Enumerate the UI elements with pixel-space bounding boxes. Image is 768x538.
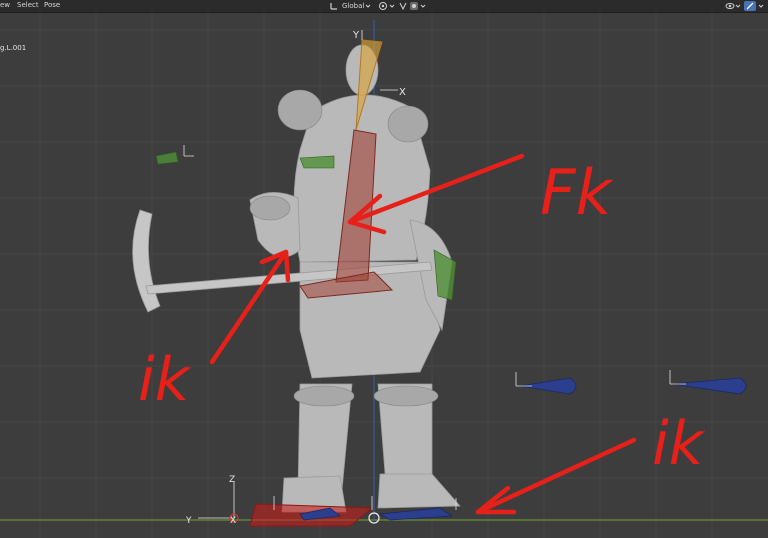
menu-view[interactable]: ew	[0, 0, 10, 11]
3d-viewport[interactable]: Y X Z Y X Fk ik ik	[0, 13, 768, 538]
pivot-icon[interactable]	[378, 1, 388, 11]
chevron-down-icon[interactable]	[389, 1, 395, 11]
menu-pose[interactable]: Pose	[44, 0, 60, 11]
axis-label-z-floor: Z	[229, 475, 235, 485]
chevron-down-icon[interactable]	[758, 1, 764, 11]
annotation-ik-left: ik	[138, 345, 192, 415]
chevron-down-icon[interactable]	[365, 1, 371, 11]
axis-label-y-floor: Y	[185, 516, 192, 526]
axis-label-x-floor: X	[230, 516, 236, 526]
proportional-edit-icon[interactable]	[409, 1, 419, 11]
menu-select[interactable]: Select	[17, 0, 39, 11]
chevron-down-icon[interactable]	[735, 1, 741, 11]
orientation-dropdown[interactable]: Global	[342, 1, 364, 11]
view-options-icon[interactable]	[725, 1, 735, 11]
chevron-down-icon[interactable]	[420, 1, 426, 11]
axis-label-y-top: Y	[352, 30, 360, 41]
annotation-fk: Fk	[540, 156, 614, 229]
axis-label-x-top: X	[399, 87, 406, 98]
annotation-ik-right: ik	[652, 409, 706, 479]
snap-icon[interactable]	[398, 1, 408, 11]
transform-orientation-icon[interactable]	[329, 1, 339, 11]
armature-display-icon[interactable]	[744, 1, 756, 11]
viewport-header: ew Select Pose Global	[0, 0, 768, 13]
